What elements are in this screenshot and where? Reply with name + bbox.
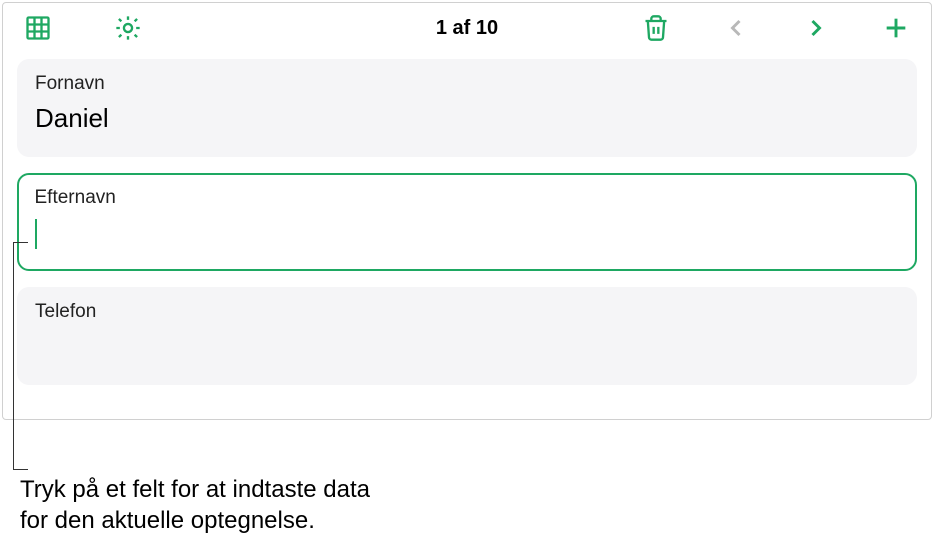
- table-icon[interactable]: [23, 13, 53, 43]
- field-value: [35, 331, 899, 363]
- record-counter: 1 af 10: [436, 17, 498, 40]
- gear-icon[interactable]: [113, 13, 143, 43]
- trash-icon[interactable]: [641, 13, 671, 43]
- next-record-button[interactable]: [801, 13, 831, 43]
- toolbar: 1 af 10: [3, 3, 931, 53]
- field-label: Telefon: [35, 301, 899, 323]
- field-value: Daniel: [35, 103, 899, 135]
- add-record-button[interactable]: [881, 13, 911, 43]
- field-telefon[interactable]: Telefon: [17, 287, 917, 385]
- text-cursor: [35, 219, 37, 249]
- form-panel: 1 af 10: [2, 2, 932, 420]
- prev-record-button[interactable]: [721, 13, 751, 43]
- callout-connector: [13, 242, 28, 470]
- field-label: Efternavn: [35, 187, 900, 209]
- field-fornavn[interactable]: Fornavn Daniel: [17, 59, 917, 157]
- callout-text: Tryk på et felt for at indtaste data for…: [20, 474, 370, 536]
- field-efternavn[interactable]: Efternavn: [17, 173, 917, 271]
- field-value: [35, 217, 900, 249]
- field-label: Fornavn: [35, 73, 899, 95]
- fields-container: Fornavn Daniel Efternavn Telefon: [3, 53, 931, 419]
